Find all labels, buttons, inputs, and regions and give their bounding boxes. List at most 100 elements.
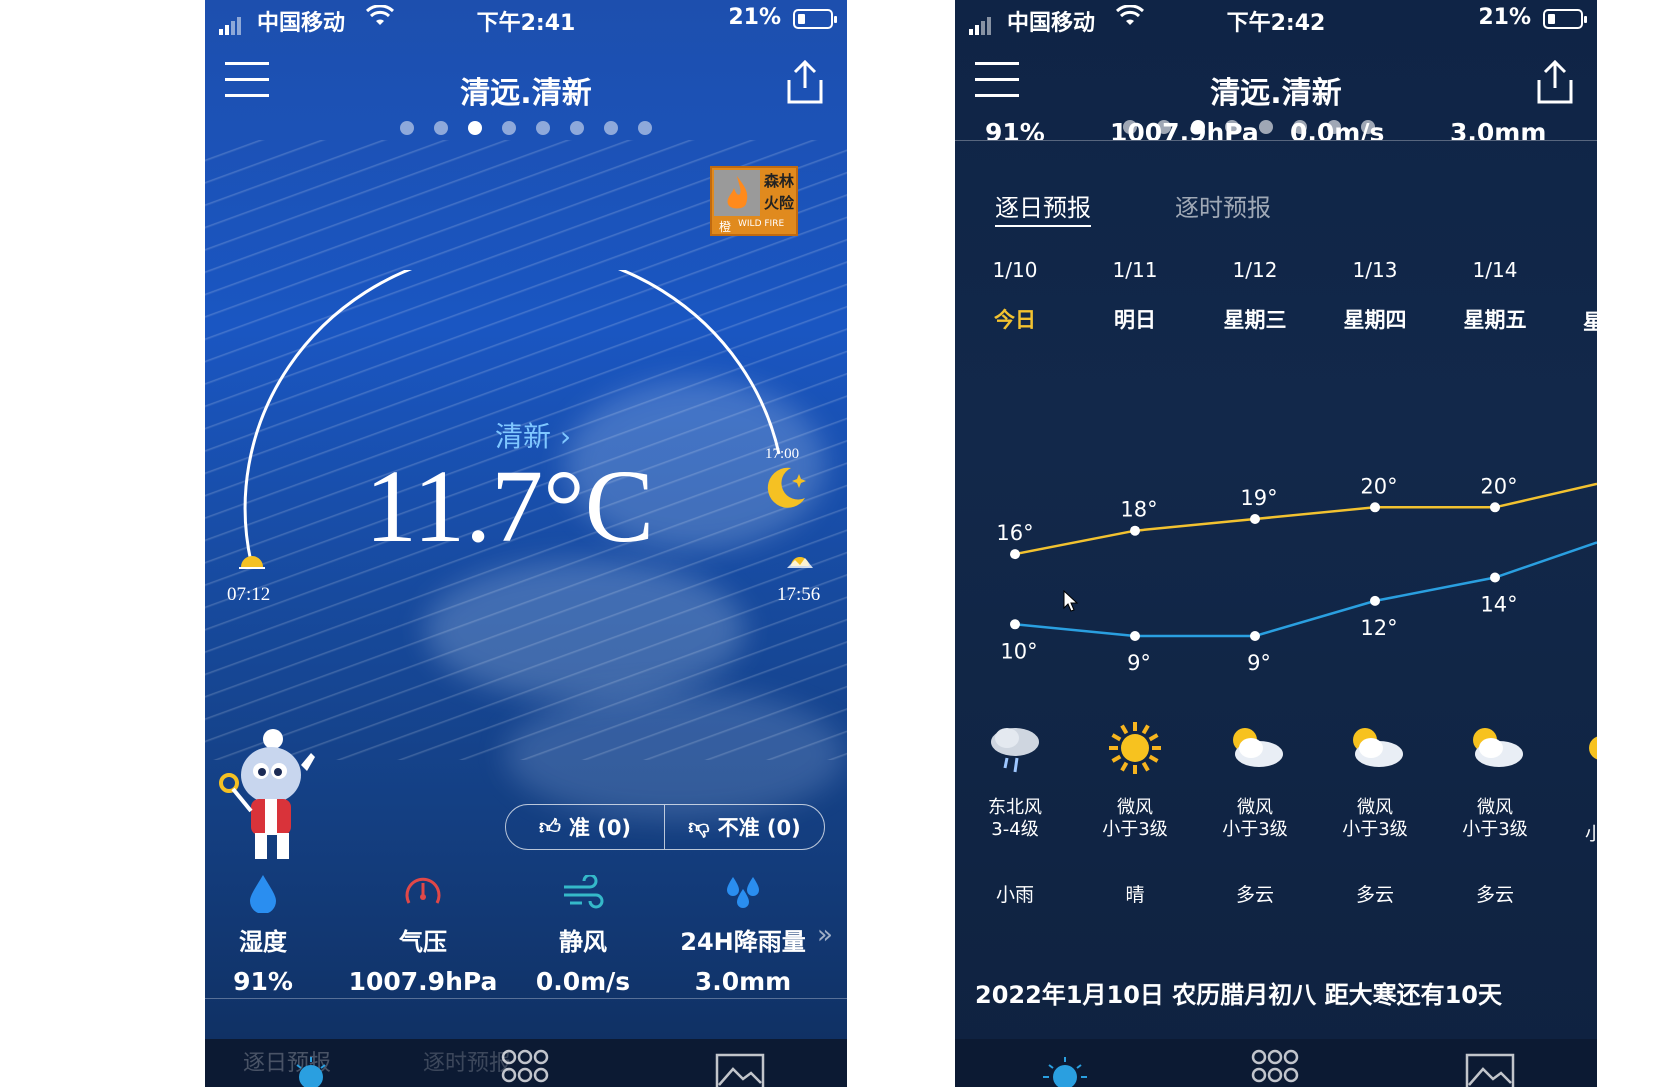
weather-condition: 多云 [1475, 884, 1514, 906]
forecast-day-column[interactable]: 1/10 今日 [960, 258, 1070, 334]
wind-info: 微风 小于3级 [1315, 797, 1435, 841]
forecast-weekday: 星期三 [1223, 308, 1287, 332]
wind-direction: 微风 [1117, 797, 1153, 818]
forecast-date: 1/10 [992, 258, 1038, 282]
temperature-chart: 16° 10° 18° 9° 19° 9° 20° 12° 20° 14° [996, 474, 1597, 675]
low-temp-label: 9° [1127, 651, 1151, 675]
moon-time: 17:00 [765, 446, 800, 462]
page-indicator [205, 120, 847, 139]
image-gallery-icon[interactable] [715, 1053, 765, 1087]
page-dot[interactable] [400, 121, 414, 135]
wind-direction: 微风 [1357, 797, 1393, 818]
tab-hourly-ghost[interactable]: 逐时预报 [423, 1045, 511, 1077]
weather-forecast-screen: 中国移动 下午2:42 21% 清远.清新 91% 1007.9hPa 0.0m… [955, 0, 1597, 1087]
forecast-date: 1/13 [1352, 258, 1398, 282]
metric-value: 3.0mm [694, 967, 792, 996]
low-temp-label: 10° [1000, 639, 1037, 663]
page-title: 清远.清新 [460, 76, 592, 111]
metric-pressure: 气压 1007.9hPa [343, 870, 503, 996]
droplet-icon [250, 875, 276, 913]
forecast-day-column[interactable]: 1/12 星期三 [1200, 258, 1310, 334]
wind-level: 小于3级 [1342, 819, 1408, 840]
mascot-icon[interactable] [215, 725, 325, 865]
page-dot[interactable] [536, 121, 550, 135]
page-dot[interactable] [604, 121, 618, 135]
wind-icon [564, 875, 604, 909]
high-temp-label: 19° [1240, 486, 1277, 510]
wind-direction: 微风 [1237, 797, 1273, 818]
rain-drops-icon [727, 877, 759, 908]
chevron-right-icon[interactable]: » [817, 920, 833, 950]
metric-value: 0.0m/s [535, 967, 631, 996]
forecast-date: 1/14 [1472, 258, 1518, 282]
partly-cloudy-icon [1353, 728, 1403, 767]
cloud-decoration [505, 690, 845, 820]
partial-wind: 小 [1585, 824, 1597, 845]
tab-daily[interactable]: 逐日预报 [995, 188, 1091, 227]
forecast-day-column[interactable]: 1/11 明日 [1080, 258, 1190, 334]
forecast-day-column[interactable]: 1/13 星期四 [1320, 258, 1430, 334]
wind-level: 小于3级 [1462, 819, 1528, 840]
page-dot-active[interactable] [468, 121, 482, 135]
grid-apps-icon[interactable] [1251, 1049, 1299, 1087]
high-temp-point [1010, 549, 1020, 560]
forecast-weekday: 星期四 [1343, 308, 1407, 332]
page-dot[interactable] [638, 121, 652, 135]
share-icon[interactable] [783, 58, 827, 106]
low-temp-label: 14° [1480, 593, 1517, 617]
forecast-weekday: 星期五 [1463, 308, 1527, 332]
wind-info: 微风 小于3级 [1195, 797, 1315, 841]
wind-level: 小于3级 [1102, 819, 1168, 840]
tab-hourly[interactable]: 逐时预报 [1175, 188, 1271, 223]
vote-up-label: 准 (0) [568, 816, 632, 840]
low-temp-label: 12° [1360, 616, 1397, 640]
page-dot[interactable] [570, 121, 584, 135]
sun-icon [1589, 736, 1597, 760]
gauge-icon [405, 877, 441, 904]
battery-icon [793, 9, 837, 29]
partly-cloudy-icon [1233, 728, 1283, 767]
metrics-row[interactable]: 湿度 91% 气压 1007.9hPa 静风 0.0m/s 24H降雨量 3.0… [205, 870, 847, 1010]
bottom-tab-bar: 逐日预报 逐时预报 [205, 1039, 847, 1087]
metric-label: 静风 [559, 928, 607, 956]
sun-tab-icon[interactable] [1043, 1057, 1087, 1087]
weather-condition: 多云 [1235, 884, 1274, 906]
forecast-weekday: 今日 [994, 308, 1036, 332]
page-title: 清远.清新 [1210, 76, 1342, 111]
metric-label: 湿度 [239, 928, 287, 956]
image-gallery-icon[interactable] [1465, 1053, 1515, 1087]
weather-condition: 多云 [1355, 884, 1394, 906]
high-temp-point [1250, 514, 1260, 524]
sunrise-icon [239, 556, 265, 569]
forecast-day-column[interactable]: 1/14 星期五 [1440, 258, 1550, 334]
share-icon[interactable] [1533, 58, 1577, 106]
wildfire-alert-badge[interactable]: 森林 火险 橙 WILD FIRE [710, 166, 798, 236]
status-bar: 中国移动 下午2:41 21% [205, 0, 847, 40]
weather-main-screen: 中国移动 下午2:41 21% 清远.清新 森林 火险 橙 WILD FIRE … [205, 0, 847, 1087]
sun-icon [1109, 722, 1161, 774]
partly-cloudy-icon [1473, 728, 1523, 767]
low-temp-line [1014, 541, 1597, 638]
vote-accurate-button[interactable]: 👍︎ 准 (0) [506, 805, 665, 849]
high-temp-point [1490, 502, 1500, 513]
wind-direction: 东北风 [988, 797, 1042, 818]
vote-inaccurate-button[interactable]: 👎︎ 不准 (0) [665, 805, 824, 849]
grid-apps-icon[interactable] [501, 1049, 549, 1087]
bottom-tab-bar [955, 1039, 1597, 1087]
page-dot[interactable] [434, 121, 448, 135]
high-temp-point [1130, 525, 1140, 536]
alert-level: 橙 [714, 218, 736, 234]
metric-value: 91% [233, 967, 293, 996]
forecast-weekday: 明日 [1114, 308, 1156, 332]
alert-text-line1: 森林 [763, 172, 794, 190]
high-temp-label: 20° [1360, 474, 1397, 498]
page-dot[interactable] [502, 121, 516, 135]
forecast-date: 1/12 [1232, 258, 1278, 282]
alert-text-line2: 火险 [763, 194, 794, 212]
thumbs-up-icon: 👍︎ [538, 815, 561, 839]
low-temp-point [1010, 619, 1020, 630]
partial-weekday: 星 [1583, 310, 1597, 334]
metric-value: 91% [985, 118, 1045, 140]
sun-tab-icon[interactable] [293, 1057, 329, 1087]
moon-icon [767, 467, 806, 508]
